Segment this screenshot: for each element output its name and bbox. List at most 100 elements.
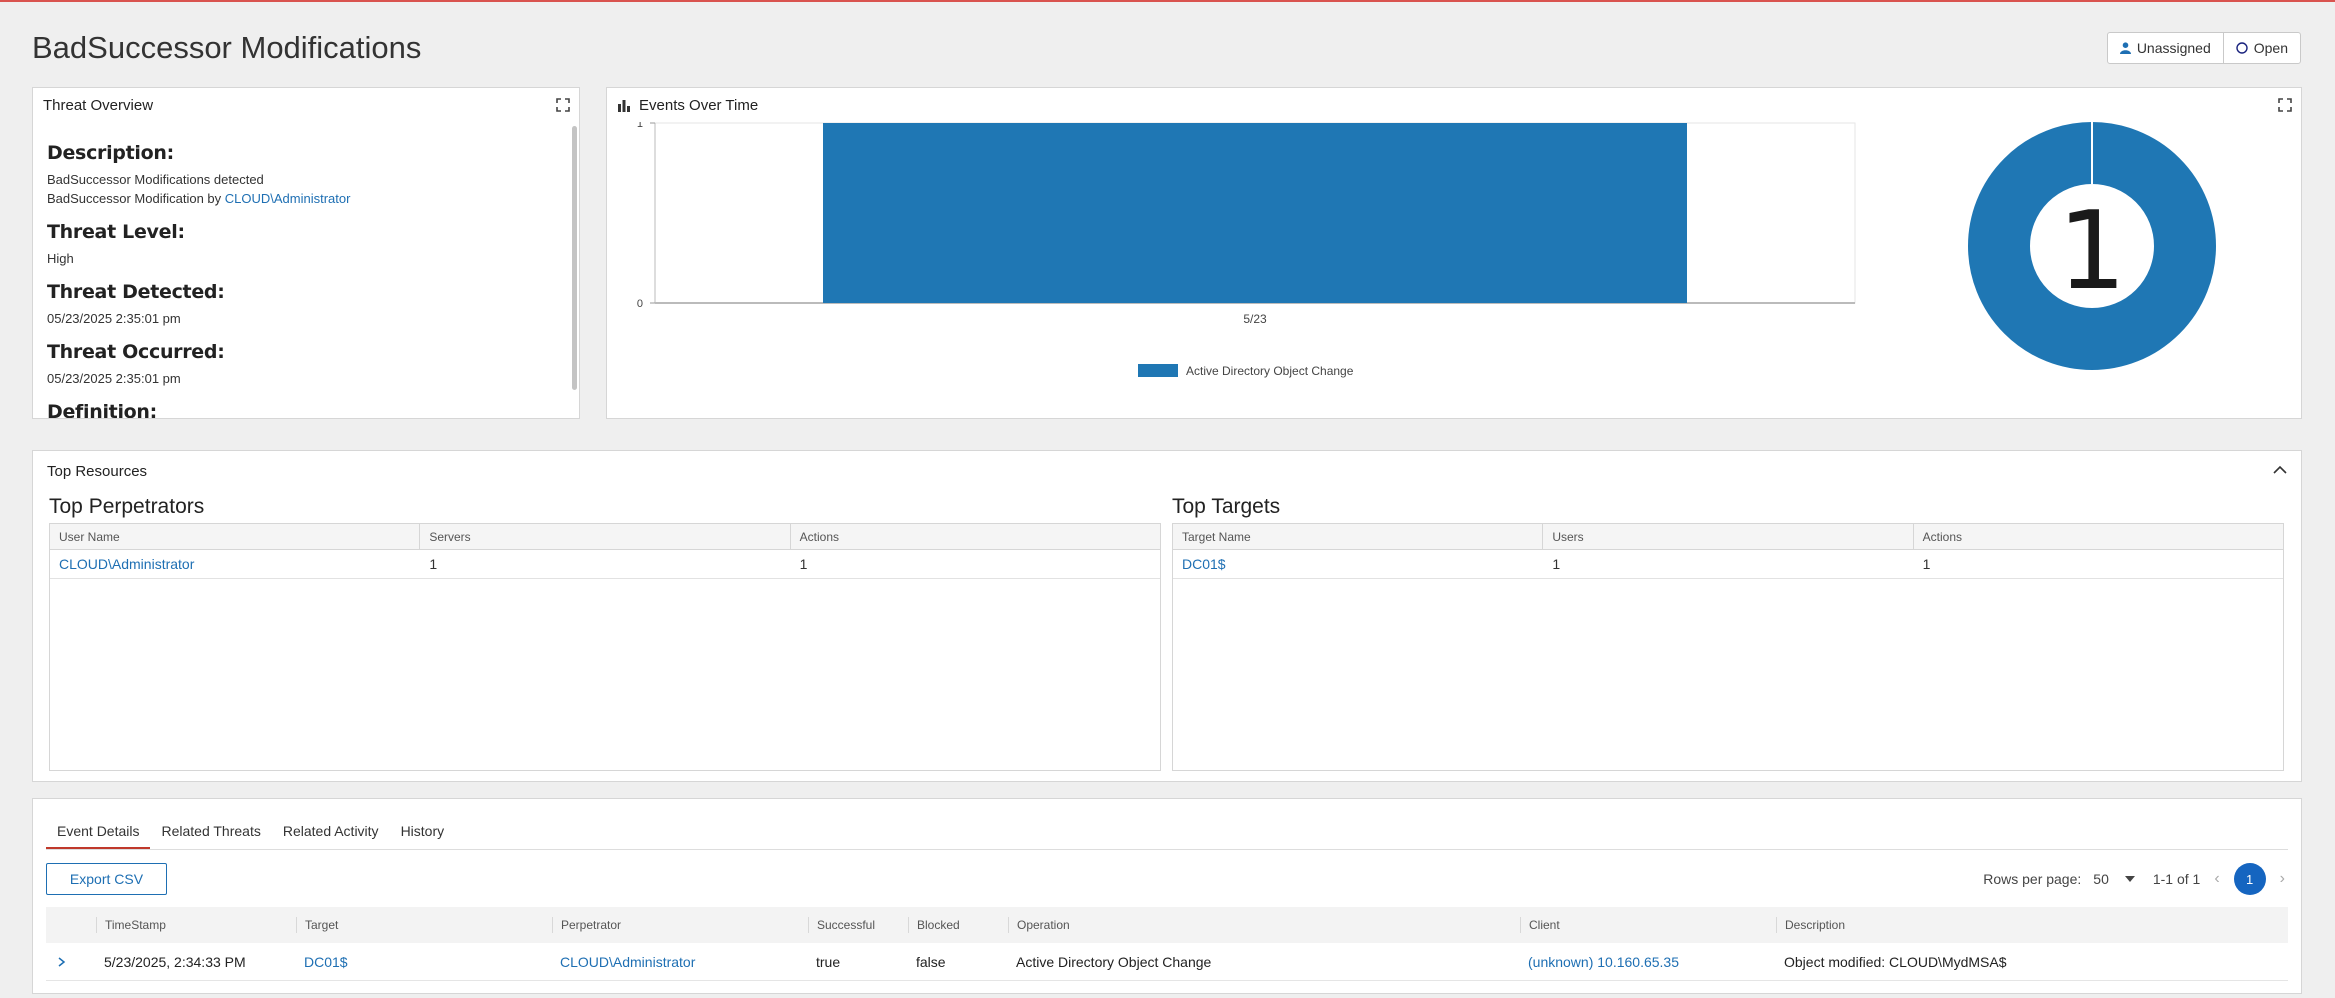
perpetrator-link[interactable]: CLOUD\Administrator	[560, 954, 695, 970]
threat-occurred-value: 05/23/2025 2:35:01 pm	[47, 371, 181, 386]
assignee-label: Unassigned	[2136, 40, 2211, 56]
events-bar-chart: 0 1 5/23 Active Directory Object Change	[637, 122, 1856, 378]
threat-overview-body: Description: BadSuccessor Modifications …	[34, 122, 578, 418]
tabs-divider	[46, 849, 2288, 850]
description-cell: Object modified: CLOUD\MydMSA$	[1784, 953, 2007, 970]
assignee-button[interactable]: Unassigned	[2108, 33, 2223, 63]
top-targets-table: Target Name Users Actions DC01$ 1 1	[1172, 523, 2284, 771]
column-header[interactable]: Actions	[1914, 524, 2283, 549]
users-count: 1	[1552, 556, 1561, 572]
panel-title: Threat Overview	[43, 96, 154, 114]
column-header[interactable]: Perpetrator	[552, 917, 808, 933]
blocked-cell: false	[916, 953, 946, 970]
table-row: CLOUD\Administrator 1 1	[50, 550, 1160, 579]
rows-per-page-value: 50	[2093, 871, 2109, 887]
column-header[interactable]: Successful	[808, 917, 908, 933]
scrollbar-thumb[interactable]	[572, 126, 577, 390]
perpetrator-link[interactable]: CLOUD\Administrator	[225, 191, 351, 206]
donut-center-label: 1	[2058, 189, 2127, 314]
user-icon	[2119, 42, 2131, 54]
threat-occurred-label: Threat Occurred:	[47, 341, 225, 363]
events-donut-chart: 1	[1968, 122, 2216, 370]
threat-overview-panel: Threat Overview Description: BadSuccesso…	[32, 87, 580, 419]
rows-per-page-label: Rows per page:	[1983, 871, 2082, 887]
servers-count: 1	[429, 556, 438, 572]
state-label: Open	[2253, 40, 2288, 56]
successful-cell: true	[816, 953, 841, 970]
column-header[interactable]: Operation	[1008, 917, 1520, 933]
panel-title: Events Over Time	[639, 96, 759, 114]
legend-label: Active Directory Object Change	[1186, 364, 1354, 378]
state-button[interactable]: Open	[2222, 33, 2300, 63]
panel-title: Top Resources	[47, 462, 148, 480]
top-resources-panel: Top Resources Top Perpetrators User Name…	[32, 450, 2302, 782]
chevron-up-icon[interactable]	[2271, 461, 2289, 479]
target-link[interactable]: DC01$	[304, 954, 348, 970]
column-header[interactable]: Actions	[791, 524, 1160, 549]
tab-bar: Event Details Related Threats Related Ac…	[46, 813, 455, 849]
top-perpetrators-table: User Name Servers Actions CLOUD\Administ…	[49, 523, 1161, 771]
threat-detected-label: Threat Detected:	[47, 281, 225, 303]
panel-header: Threat Overview	[33, 88, 579, 122]
legend-swatch	[1138, 364, 1178, 377]
description-prefix: BadSuccessor Modification by	[47, 191, 225, 206]
chevron-right-icon[interactable]: ›	[2280, 870, 2285, 888]
table-row: DC01$ 1 1	[1173, 550, 2283, 579]
tab-event-details[interactable]: Event Details	[46, 813, 151, 849]
expand-icon[interactable]	[555, 97, 571, 113]
y-tick-label: 0	[637, 298, 643, 310]
column-header[interactable]: Client	[1520, 917, 1776, 933]
events-over-time-panel: Events Over Time 0 1 5/23 Active Directory…	[606, 87, 2302, 419]
client-link[interactable]: (unknown) 10.160.65.35	[1528, 954, 1679, 970]
y-tick-label: 1	[637, 122, 643, 130]
table-row[interactable]: 5/23/2025, 2:34:33 PM DC01$ CLOUD\Admini…	[46, 943, 2288, 981]
column-header[interactable]: Target	[296, 917, 552, 933]
page-number-button[interactable]: 1	[2233, 863, 2266, 895]
circle-open-icon	[2236, 42, 2248, 54]
expand-icon[interactable]	[2277, 97, 2293, 113]
tab-history[interactable]: History	[390, 813, 456, 849]
expand-column-header	[46, 917, 96, 933]
chevron-right-icon	[58, 956, 66, 967]
caret-down-icon	[2124, 876, 2135, 882]
column-header[interactable]: Description	[1776, 917, 2276, 933]
chevron-left-icon[interactable]: ‹	[2214, 870, 2219, 888]
table-header: TimeStamp Target Perpetrator Successful …	[46, 907, 2288, 943]
column-header[interactable]: Target Name	[1173, 524, 1544, 549]
description-line2: BadSuccessor Modification by CLOUD\Admin…	[47, 189, 566, 208]
bar[interactable]	[823, 123, 1687, 303]
definition-label: Definition:	[47, 401, 157, 418]
rows-per-page-select[interactable]: 50	[2093, 871, 2135, 887]
status-group: Unassigned Open	[2106, 32, 2301, 64]
event-details-panel: Event Details Related Threats Related Ac…	[32, 798, 2302, 994]
actions-count: 1	[1922, 556, 1931, 572]
threat-level-value: High	[47, 251, 74, 266]
panel-header: Top Resources	[33, 451, 2301, 491]
threat-level-label: Threat Level:	[47, 221, 185, 243]
column-header[interactable]: Users	[1543, 524, 1914, 549]
x-tick-label: 5/23	[1243, 312, 1267, 326]
table-header: Target Name Users Actions	[1173, 524, 2283, 550]
column-header[interactable]: TimeStamp	[96, 917, 296, 933]
threat-detected-value: 05/23/2025 2:35:01 pm	[47, 311, 181, 326]
expand-row-icon[interactable]	[46, 954, 96, 970]
export-csv-button[interactable]: Export CSV	[46, 863, 167, 895]
page-range: 1-1 of 1	[2152, 871, 2201, 887]
column-header[interactable]: Servers	[420, 524, 791, 549]
pagination: Rows per page: 50 1-1 of 1 ‹ 1 ›	[1983, 863, 2285, 895]
bar-chart-icon	[618, 100, 630, 112]
column-header[interactable]: User Name	[50, 524, 421, 549]
event-table: TimeStamp Target Perpetrator Successful …	[46, 907, 2288, 981]
description-line1: BadSuccessor Modifications detected	[47, 172, 264, 187]
table-header: User Name Servers Actions	[50, 524, 1160, 550]
tab-related-activity[interactable]: Related Activity	[272, 813, 390, 849]
column-header[interactable]: Blocked	[908, 917, 1008, 933]
perpetrator-link[interactable]: CLOUD\Administrator	[59, 556, 194, 572]
page-title: BadSuccessor Modifications	[32, 30, 422, 65]
tab-related-threats[interactable]: Related Threats	[150, 813, 271, 849]
target-link[interactable]: DC01$	[1182, 556, 1226, 572]
actions-count: 1	[799, 556, 808, 572]
top-perpetrators-title: Top Perpetrators	[49, 495, 205, 518]
description-label: Description:	[47, 142, 174, 164]
top-targets-title: Top Targets	[1172, 495, 1281, 518]
